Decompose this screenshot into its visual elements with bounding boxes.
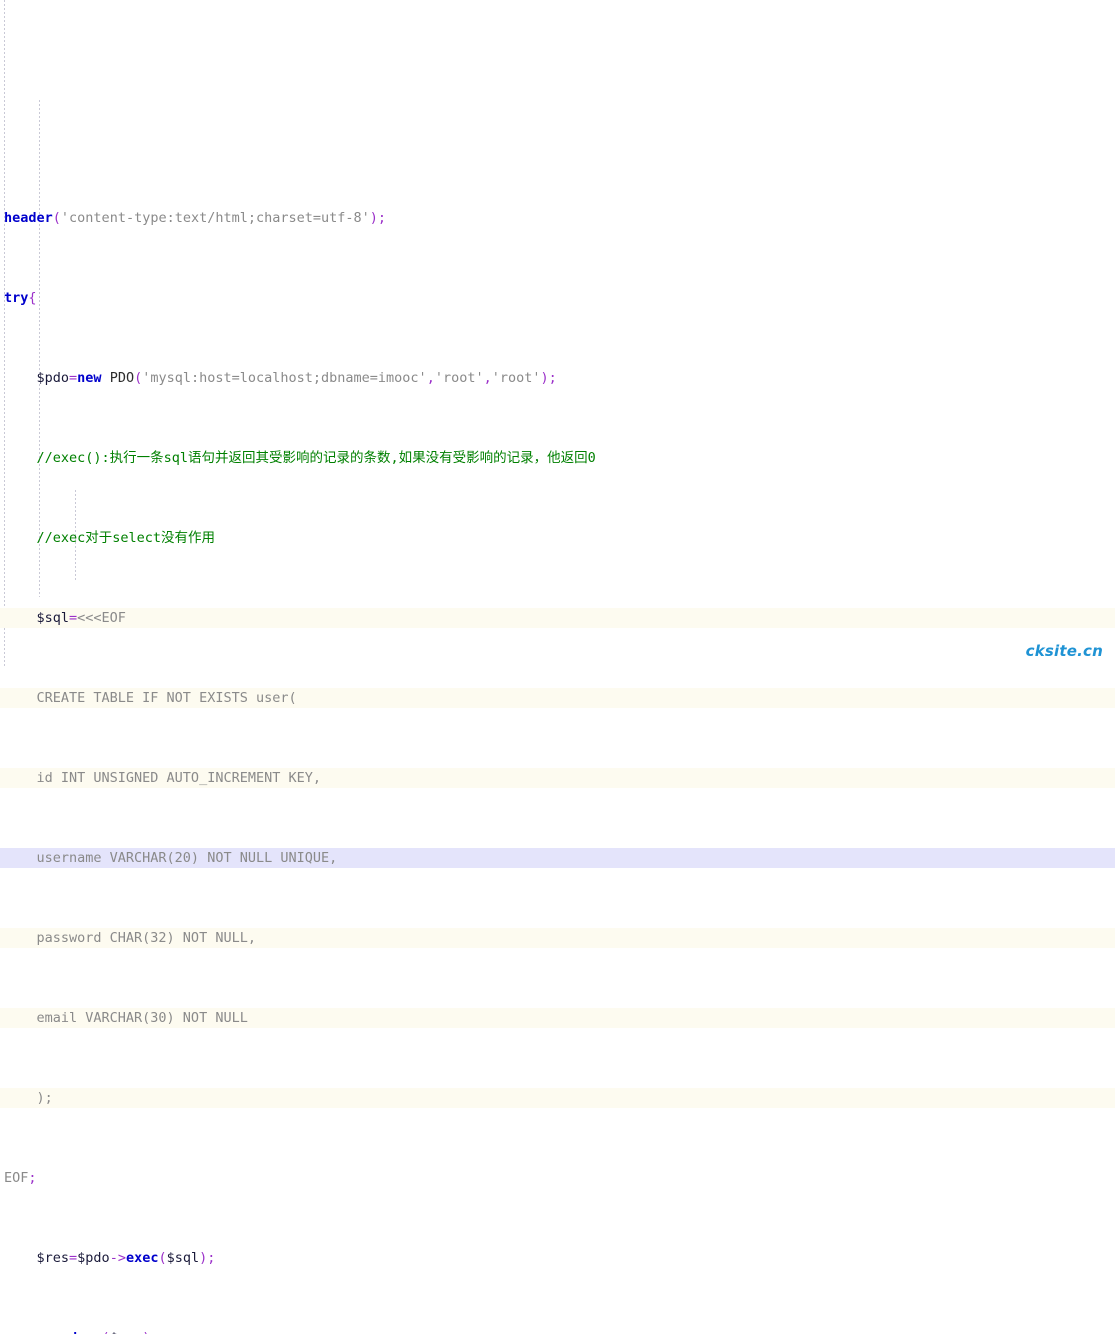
site-watermark: cksite.cn (1025, 642, 1103, 660)
code-line-11[interactable]: email VARCHAR(30) NOT NULL (0, 1008, 1115, 1028)
code-line-7[interactable]: CREATE TABLE IF NOT EXISTS user( (0, 688, 1115, 708)
code-line-12[interactable]: ); (0, 1088, 1115, 1108)
code-line-8[interactable]: id INT UNSIGNED AUTO_INCREMENT KEY, (0, 768, 1115, 788)
code-line-1[interactable]: header('content-type:text/html;charset=u… (0, 208, 1115, 228)
code-line-15[interactable]: var_dump($res); (0, 1328, 1115, 1334)
code-line-4[interactable]: //exec():执行一条sql语句并返回其受影响的记录的条数,如果没有受影响的… (0, 448, 1115, 468)
code-line-14[interactable]: $res=$pdo->exec($sql); (0, 1248, 1115, 1268)
code-line-13[interactable]: EOF; (0, 1168, 1115, 1188)
code-editor[interactable]: header('content-type:text/html;charset=u… (0, 0, 1115, 1334)
code-line-3[interactable]: $pdo=new PDO('mysql:host=localhost;dbnam… (0, 368, 1115, 388)
code-line-6[interactable]: $sql=<<<EOF (0, 608, 1115, 628)
code-line-5[interactable]: //exec对于select没有作用 (0, 528, 1115, 548)
code-line-9[interactable]: username VARCHAR(20) NOT NULL UNIQUE, (0, 848, 1115, 868)
code-line-2[interactable]: try{ (0, 288, 1115, 308)
code-line-10[interactable]: password CHAR(32) NOT NULL, (0, 928, 1115, 948)
code-lines[interactable]: header('content-type:text/html;charset=u… (0, 140, 1115, 1334)
